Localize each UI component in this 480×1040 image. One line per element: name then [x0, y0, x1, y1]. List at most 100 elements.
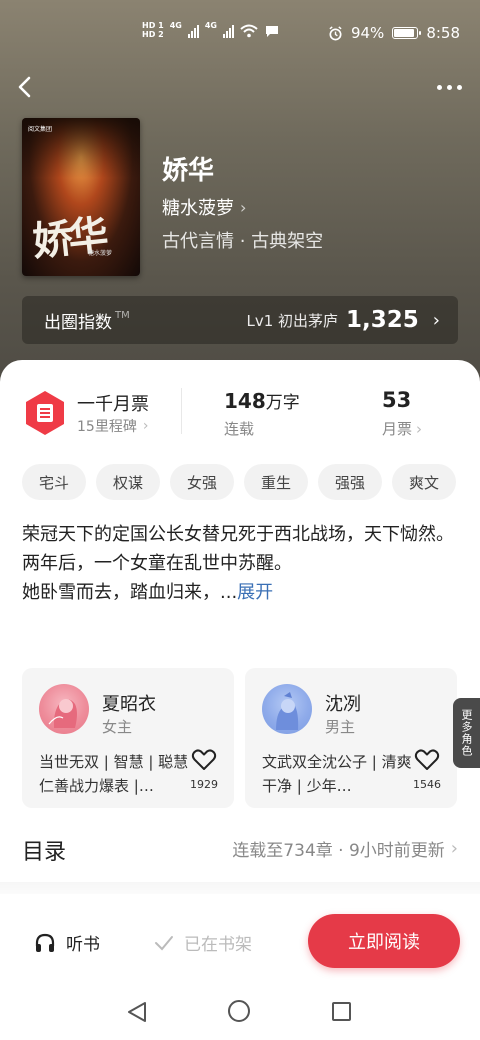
chevron-right-icon: › [450, 838, 458, 859]
battery-fill [394, 29, 415, 37]
synopsis-line: 两年后，一个女童在乱世中苏醒。 [22, 553, 292, 574]
toc-update-info: 连载至734章 · 9小时前更新 [232, 841, 445, 861]
tag-list: 宅斗 权谋 女强 重生 强强 爽文 [22, 464, 456, 500]
battery-percent: 94% [350, 24, 385, 42]
milestone-link[interactable]: 15里程碑 › [77, 416, 148, 436]
stats-divider [181, 388, 182, 434]
character-desc: 当世无双 | 智慧 | 聪慧仁善战力爆表 |… [39, 753, 189, 795]
book-cover[interactable]: 阅文集团 娇华 糖水菠萝 [22, 118, 140, 276]
cover-title: 娇华 [30, 211, 107, 266]
signal-icon-2 [222, 24, 234, 38]
wifi-icon [240, 24, 258, 37]
read-now-button[interactable]: 立即阅读 [308, 914, 460, 968]
monthly-ticket-badge-icon [24, 390, 66, 436]
dot-icon [436, 84, 442, 90]
heart-icon [191, 749, 217, 770]
sim-labels: HD 1 HD 2 [142, 22, 164, 39]
expand-link[interactable]: 展开 [237, 582, 273, 603]
tag-chip[interactable]: 权谋 [96, 464, 160, 500]
headphones-icon [35, 933, 55, 952]
chevron-right-icon: › [240, 197, 247, 217]
nav-home-icon[interactable] [228, 1000, 250, 1022]
character-name: 沈冽 [325, 694, 361, 715]
status-right: 94% 8:58 [328, 24, 460, 42]
chevron-left-icon [18, 76, 31, 98]
network-type-2: 4G [204, 21, 217, 30]
character-avatar [39, 684, 89, 734]
clock: 8:58 [426, 24, 460, 42]
character-card[interactable]: 夏昭衣 女主 当世无双 | 智慧 | 聪慧仁善战力爆表 |… 1929 [22, 668, 234, 808]
synopsis-line-last: 她卧雪而去，踏血归来，...展开 [22, 578, 462, 607]
on-shelf-label: 已在书架 [184, 935, 252, 955]
sim2-label: HD 2 [142, 30, 164, 39]
check-icon [155, 935, 173, 950]
section-separator [0, 882, 480, 894]
chevron-right-icon: › [416, 419, 423, 438]
character-role: 男主 [325, 718, 356, 736]
popularity-index-bar[interactable]: 出圈指数 TM Lv1 初出茅庐 1,325 › [22, 296, 458, 344]
dot-icon [456, 84, 462, 90]
tag-chip[interactable]: 女强 [170, 464, 234, 500]
more-options-button[interactable] [432, 76, 466, 98]
on-shelf-indicator: 已在书架 [154, 930, 252, 955]
word-count-value: 148 [224, 389, 266, 413]
nav-back-icon[interactable] [126, 1000, 148, 1024]
index-label: 出圈指数 [44, 312, 112, 333]
back-button[interactable] [10, 70, 40, 104]
serial-status: 连载 [224, 420, 255, 438]
status-bar: HD 1 HD 2 4G 4G 94% 8:58 [0, 0, 480, 70]
book-genre: 古代言情 · 古典架空 [162, 231, 324, 252]
tag-chip[interactable]: 重生 [244, 464, 308, 500]
like-count: 1929 [190, 778, 218, 791]
character-name: 夏昭衣 [102, 694, 156, 715]
monthly-ticket-count: 53 [382, 388, 412, 412]
character-desc: 文武双全沈公子 | 清爽干净 | 少年… [262, 753, 412, 795]
tag-chip[interactable]: 强强 [318, 464, 382, 500]
book-header: HD 1 HD 2 4G 4G 94% 8:58 阅文集团 娇华 糖水菠萝 娇华… [0, 0, 480, 400]
character-card[interactable]: 沈冽 男主 文武双全沈公子 | 清爽干净 | 少年… 1546 [245, 668, 457, 808]
monthly-ticket-link[interactable]: 月票 › [382, 418, 422, 439]
trademark-mark: TM [115, 309, 130, 321]
more-roles-label: 更多角色 [460, 709, 473, 757]
chevron-right-icon: › [432, 309, 440, 331]
index-value: 1,325 [346, 307, 419, 333]
like-button[interactable]: 1546 [409, 748, 445, 791]
word-count-unit: 万字 [265, 393, 300, 413]
author-link[interactable]: 糖水菠萝 › [162, 194, 246, 220]
index-level: Lv1 初出茅庐 [246, 311, 339, 330]
nav-recents-icon[interactable] [332, 1002, 351, 1021]
signal-icon [187, 24, 199, 38]
milestone-label: 15里程碑 [77, 419, 137, 435]
chevron-right-icon: › [142, 418, 149, 434]
monthly-ticket-label: 月票 [382, 420, 413, 438]
tag-chip[interactable]: 宅斗 [22, 464, 86, 500]
word-count: 148万字 [224, 388, 300, 413]
synopsis-line: 她卧雪而去，踏血归来，... [22, 582, 238, 603]
like-button[interactable]: 1929 [186, 748, 222, 791]
battery-icon [392, 27, 422, 39]
heart-icon [414, 749, 440, 770]
system-navigation-bar [0, 980, 480, 1040]
character-avatar [262, 684, 312, 734]
synopsis: 荣冠天下的定国公长女替兄死于西北战场，天下恸然。 两年后，一个女童在乱世中苏醒。… [22, 520, 462, 607]
network-type-1: 4G [169, 21, 182, 30]
author-name: 糖水菠萝 [162, 198, 234, 219]
alarm-icon [329, 25, 342, 40]
synopsis-line: 荣冠天下的定国公长女替兄死于西北战场，天下恸然。 [22, 524, 454, 545]
listen-label: 听书 [66, 935, 100, 955]
character-role: 女主 [102, 718, 133, 736]
cover-publisher: 阅文集团 [28, 126, 53, 133]
like-count: 1546 [413, 778, 441, 791]
sim1-label: HD 1 [142, 21, 164, 30]
book-title: 娇华 [162, 156, 215, 186]
tag-chip[interactable]: 爽文 [392, 464, 456, 500]
ticket-milestone-title: 一千月票 [77, 394, 149, 415]
listen-button[interactable]: 听书 [34, 930, 100, 955]
more-roles-button[interactable]: 更多角色 [453, 698, 480, 768]
toc-title: 目录 [22, 840, 67, 865]
toc-link[interactable]: 连载至734章 · 9小时前更新 › [232, 836, 458, 861]
network-indicators: HD 1 HD 2 4G 4G [142, 21, 280, 39]
dot-icon [446, 84, 452, 90]
bottom-action-bar: 听书 已在书架 立即阅读 [0, 894, 480, 980]
cover-author: 糖水菠萝 [88, 250, 113, 257]
